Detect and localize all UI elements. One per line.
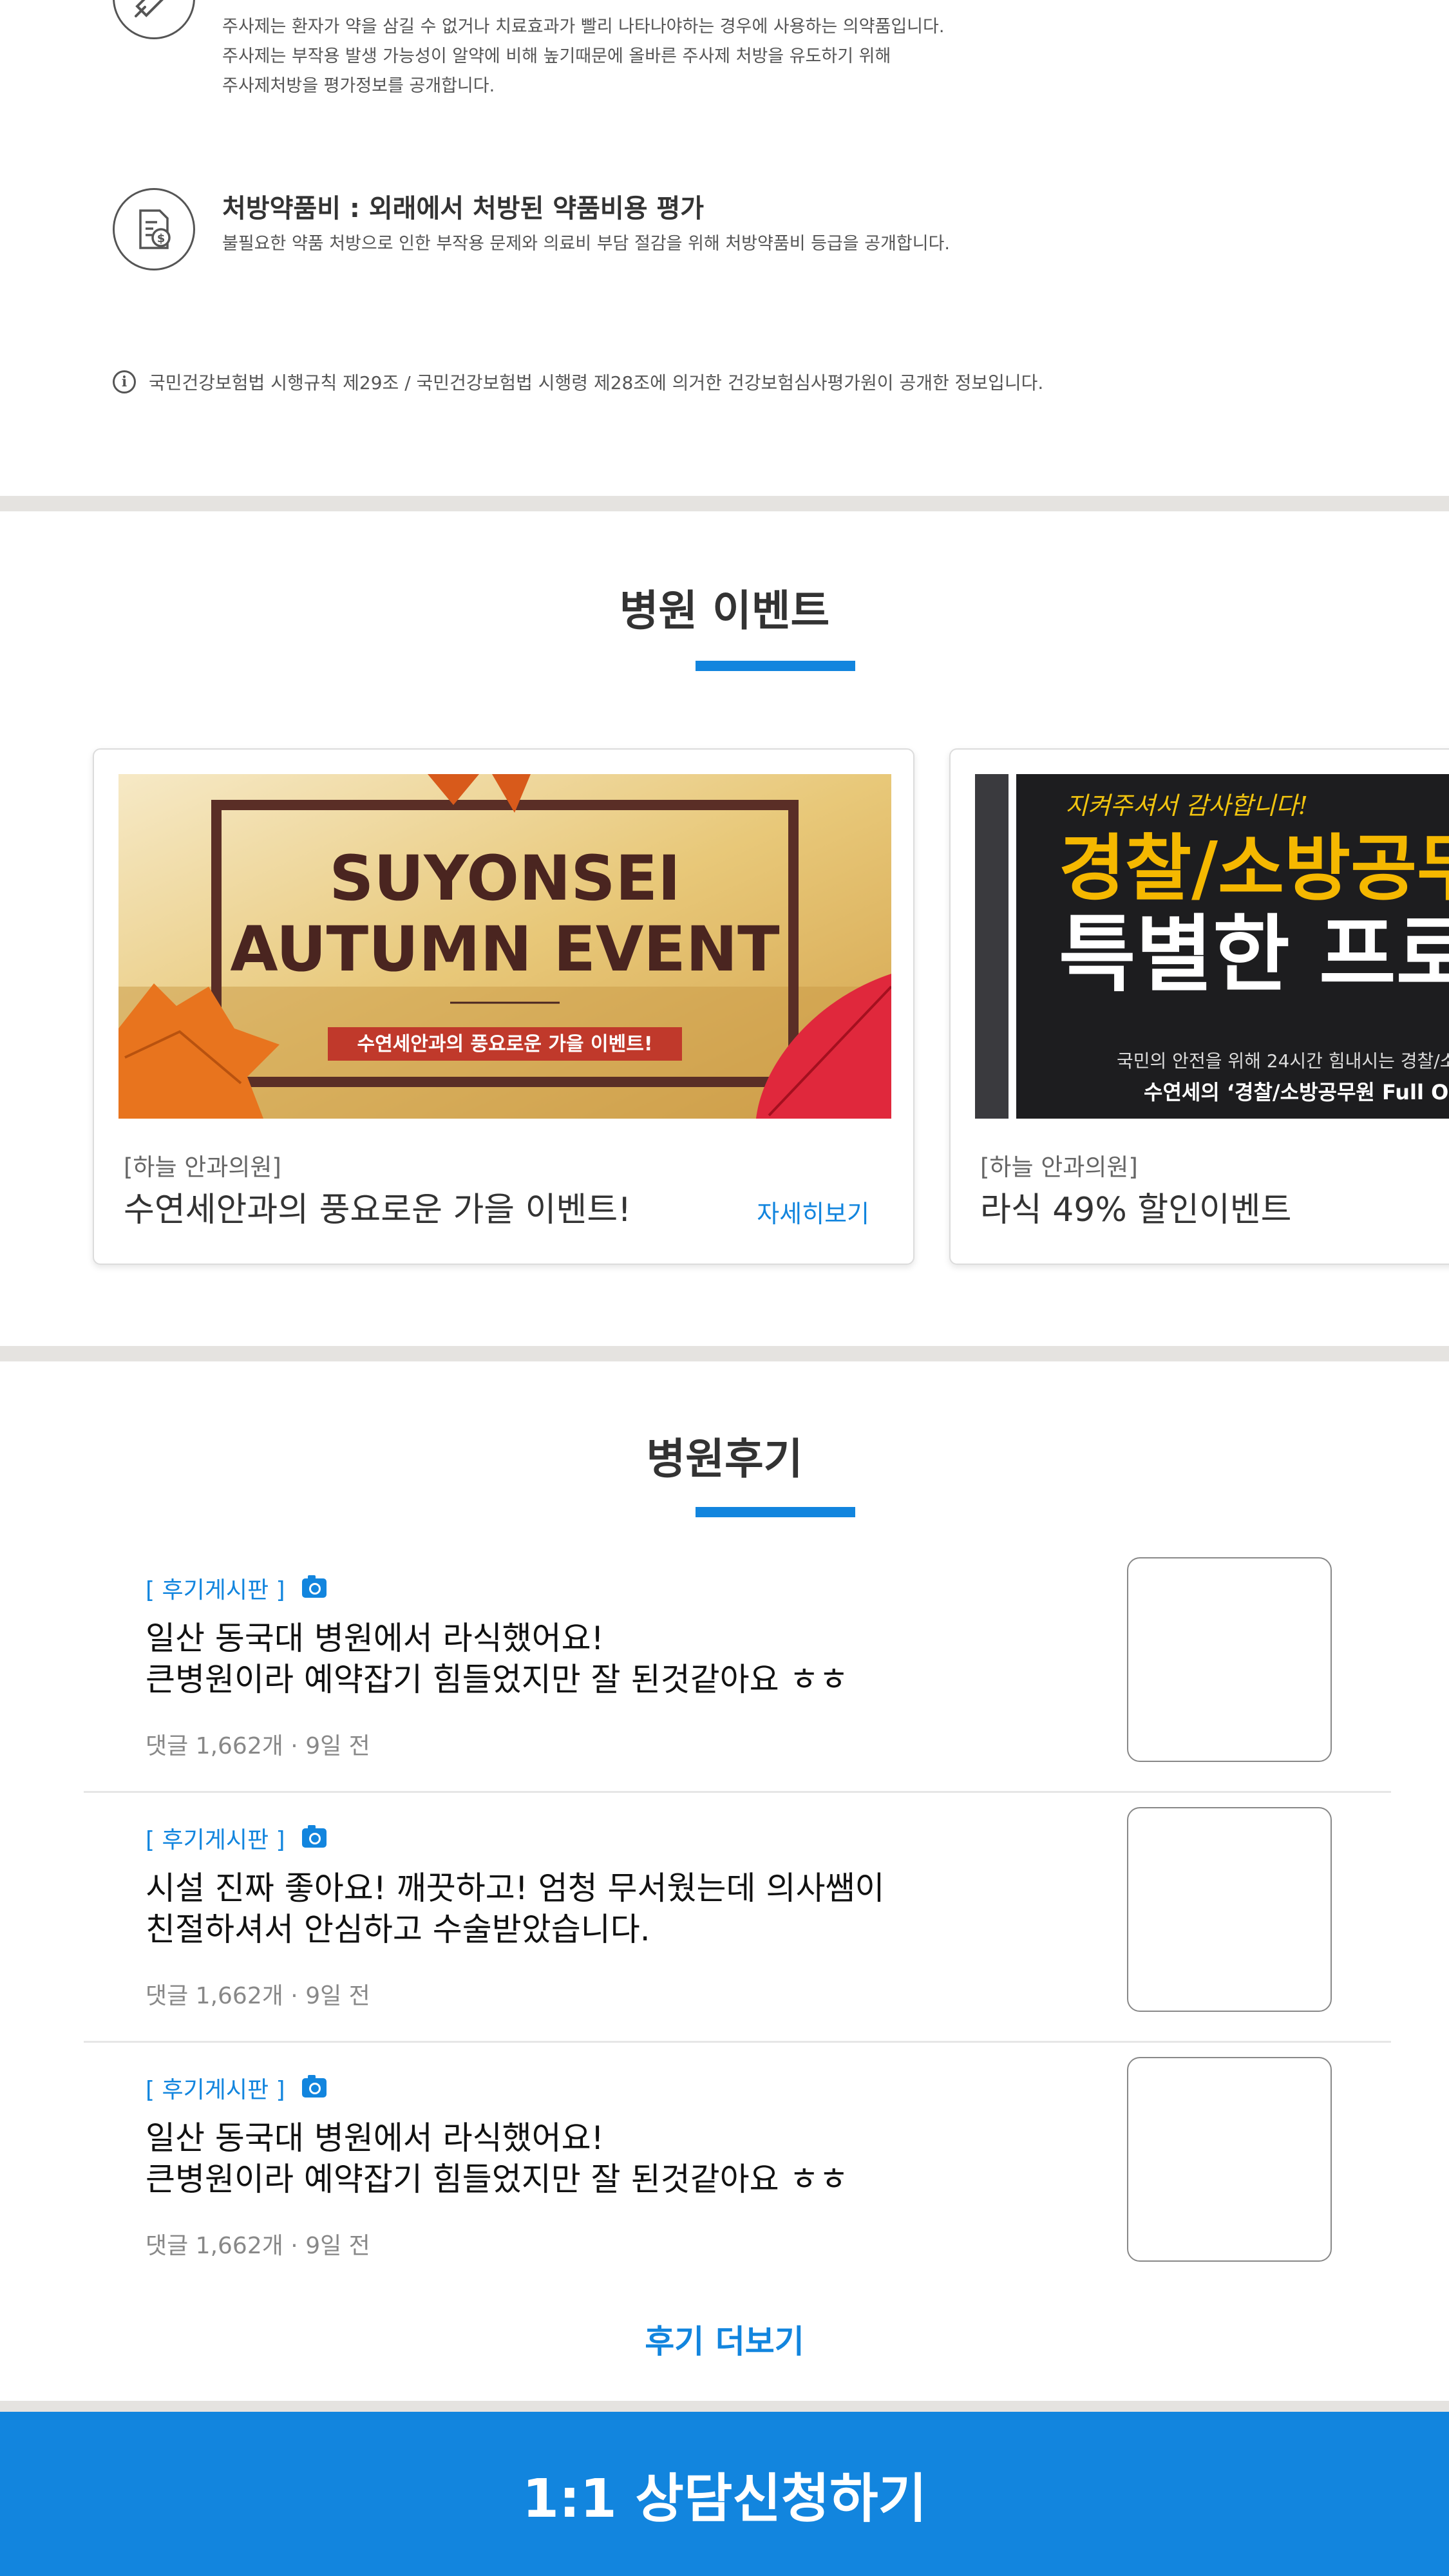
legal-notice: i 국민건강보험법 시행규칙 제29조 / 국민건강보험법 시행령 제28조에 … (113, 369, 1043, 395)
review-meta: 댓글 1,662개 · 9일 전 (146, 1733, 370, 1759)
review-board-label: [ 후기게시판 ] (146, 2077, 285, 2103)
reviews-section-title: 병원후기 (646, 1434, 803, 1484)
banner-subtitle: 수연세의 ‘경찰/소방공무원 Full O (1144, 1080, 1448, 1104)
event-detail-link[interactable]: 자세히보기 (757, 1194, 869, 1229)
section-divider (0, 1346, 1449, 1361)
review-board-tag[interactable]: [ 후기게시판 ] (146, 1571, 327, 1605)
section-divider (0, 496, 1449, 511)
more-reviews-link[interactable]: 후기 더보기 (0, 2316, 1449, 2362)
consultation-request-label: 1:1 상담신청하기 (522, 2468, 927, 2530)
events-section-title: 병원 이벤트 (619, 586, 830, 636)
drug-evaluation-section: 주사제는 환자가 약을 삼길 수 없거나 치료효과가 빨리 나타나야하는 경우에… (0, 0, 1449, 496)
event-hospital-name: [하늘 안과의원] (124, 1153, 281, 1181)
prescription-cost-description: 불필요한 약품 처방으로 인한 부작용 문제와 의료비 부담 절감을 위해 처방… (222, 234, 951, 254)
review-text[interactable]: 일산 동국대 병원에서 라식했어요! 큰병원이라 예약잡기 힘들었지만 잘 된것… (146, 1618, 1112, 1700)
review-meta: 댓글 1,662개 · 9일 전 (146, 1983, 370, 2009)
banner-line2: 특별한 프로 (1059, 905, 1449, 1003)
review-item[interactable]: [ 후기게시판 ] 일산 동국대 병원에서 라식했어요! 큰병원이라 예약잡기 … (84, 2057, 1391, 2320)
info-icon: i (113, 370, 136, 393)
camera-icon (301, 2075, 327, 2098)
review-board-label: [ 후기게시판 ] (146, 1577, 285, 1604)
event-title: 수연세안과의 풍요로운 가을 이벤트! (124, 1191, 632, 1229)
event-title: 라식 49% 할인이벤트 (980, 1191, 1292, 1229)
banner-subtitle: 수연세안과의 풍요로운 가을 이벤트! (357, 1033, 652, 1056)
review-separator (84, 2041, 1391, 2043)
prescription-cost-title: 처방약품비 : 외래에서 처방된 약품비용 평가 (222, 194, 705, 223)
review-text[interactable]: 일산 동국대 병원에서 라식했어요! 큰병원이라 예약잡기 힘들었지만 잘 된것… (146, 2117, 1112, 2200)
event-hospital-name: [하늘 안과의원] (980, 1153, 1138, 1181)
event-card[interactable]: SUYONSEI AUTUMN EVENT 수연세안과의 풍요로운 가을 이벤트… (93, 748, 914, 1265)
review-item[interactable]: [ 후기게시판 ] 일산 동국대 병원에서 라식했어요! 큰병원이라 예약잡기 … (84, 1557, 1391, 1820)
review-thumbnail[interactable] (1127, 1807, 1332, 2012)
camera-icon (301, 1825, 327, 1848)
svg-text:$: $ (157, 232, 166, 245)
review-thumbnail[interactable] (1127, 2057, 1332, 2262)
review-board-label: [ 후기게시판 ] (146, 1827, 285, 1853)
syringe-icon (113, 0, 195, 39)
camera-icon (301, 1575, 327, 1598)
event-card[interactable]: 지켜주셔서 감사합니다! 경찰/소방공무 특별한 프로 국민의 안전을 위해 2… (949, 748, 1449, 1265)
consultation-request-button[interactable]: 1:1 상담신청하기 (0, 2412, 1449, 2576)
review-board-tag[interactable]: [ 후기게시판 ] (146, 1821, 327, 1855)
banner-small-text: 국민의 안전을 위해 24시간 힘내시는 경찰/소 (1117, 1050, 1449, 1072)
injection-description: 주사제는 환자가 약을 삼길 수 없거나 치료효과가 빨리 나타나야하는 경우에… (222, 17, 945, 96)
document-dollar-icon: $ (113, 188, 195, 270)
review-item[interactable]: [ 후기게시판 ] 시설 진짜 좋아요! 깨끗하고! 엄청 무서웠는데 의사쌤이… (84, 1807, 1391, 2070)
section-divider (0, 2401, 1449, 2412)
banner-line1: SUYONSEI (329, 842, 681, 914)
review-separator (84, 1791, 1391, 1793)
banner-script: 지켜주셔서 감사합니다! (1065, 791, 1308, 820)
review-text[interactable]: 시설 진짜 좋아요! 깨끗하고! 엄청 무서웠는데 의사쌤이 친절하셔서 안심하… (146, 1868, 1112, 1950)
review-board-tag[interactable]: [ 후기게시판 ] (146, 2071, 327, 2105)
legal-notice-text: 국민건강보험법 시행규칙 제29조 / 국민건강보험법 시행령 제28조에 의거… (149, 372, 1044, 393)
event-banner-autumn[interactable]: SUYONSEI AUTUMN EVENT 수연세안과의 풍요로운 가을 이벤트… (118, 774, 891, 1119)
events-title-underline (696, 661, 855, 671)
review-meta: 댓글 1,662개 · 9일 전 (146, 2233, 370, 2259)
banner-line2: AUTUMN EVENT (230, 913, 779, 985)
banner-line1: 경찰/소방공무 (1059, 827, 1449, 911)
reviews-title-underline (696, 1507, 855, 1517)
review-thumbnail[interactable] (1127, 1557, 1332, 1762)
event-banner-police[interactable]: 지켜주셔서 감사합니다! 경찰/소방공무 특별한 프로 국민의 안전을 위해 2… (975, 774, 1449, 1119)
